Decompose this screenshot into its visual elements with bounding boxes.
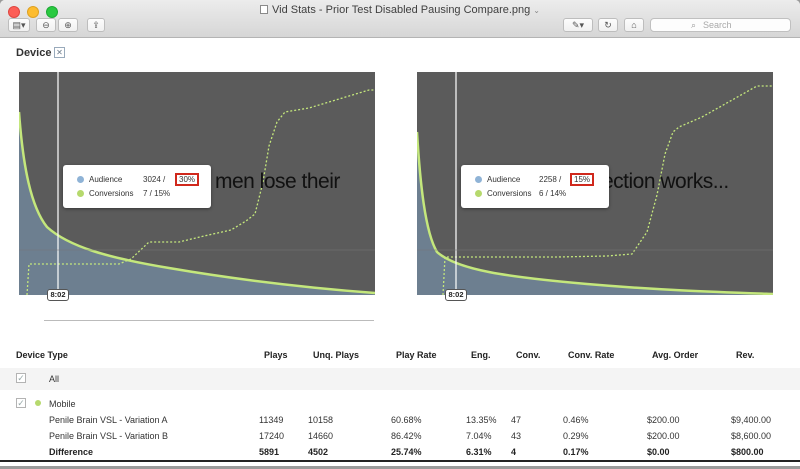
cell-unq-plays: 14660 [308, 431, 334, 441]
preview-window: Vid Stats - Prior Test Disabled Pausing … [0, 0, 800, 466]
cell-plays: 17240 [259, 431, 285, 441]
cell-avg-order: $200.00 [647, 431, 680, 441]
window-title[interactable]: Vid Stats - Prior Test Disabled Pausing … [0, 4, 800, 16]
cell-conv-rate: 0.46% [563, 415, 589, 425]
playhead-time-badge[interactable]: 8:02 [445, 289, 467, 301]
cell-rev: $8,600.00 [731, 431, 772, 441]
cell-conv: 47 [511, 415, 522, 425]
cell-avg-order: $200.00 [647, 415, 680, 425]
zoom-out-button[interactable]: ⊖ [36, 18, 56, 32]
col-conv-rate[interactable]: Conv. Rate [568, 350, 614, 360]
chart-tooltip-b: Audience 2258 / 15% Conversions 6 / 14% [461, 165, 609, 208]
video-caption: ection works... [602, 170, 729, 193]
chart-tooltip-a: Audience 3024 / 30% Conversions 7 / 15% [63, 165, 211, 208]
cell-plays: 5891 [259, 447, 280, 457]
col-avg-order[interactable]: Avg. Order [652, 350, 698, 360]
playhead-time-badge[interactable]: 8:02 [47, 289, 69, 301]
cell-conv-rate: 0.17% [563, 447, 589, 457]
cell-name: Penile Brain VSL - Variation B [49, 431, 169, 441]
cell-eng: 6.31% [466, 447, 492, 457]
rotate-button[interactable]: ↻ [598, 18, 618, 32]
cell-play-rate: 60.68% [391, 415, 422, 425]
chevron-down-icon: ⌄ [533, 6, 540, 15]
cell-name: Penile Brain VSL - Variation A [49, 415, 168, 425]
col-conv[interactable]: Conv. [516, 350, 540, 360]
audience-area [417, 132, 773, 295]
cell-rev: $800.00 [731, 447, 764, 457]
rotate-icon: ↻ [604, 20, 612, 30]
tooltip-audience-row: Audience 3024 / 30% [77, 173, 200, 186]
audience-dot [475, 176, 482, 183]
cell-unq-plays: 10158 [308, 415, 334, 425]
sidebar-icon: ▤▾ [12, 20, 26, 30]
conversions-value: 7 / 15% [143, 189, 171, 198]
cell-name: Difference [49, 447, 94, 457]
audience-percent-highlight: 15% [570, 173, 595, 186]
share-button[interactable]: ⇪ [87, 18, 105, 32]
report-content: Device ✕ men lose their ection works... [0, 38, 800, 466]
table-row[interactable]: Penile Brain VSL - Variation B 17240 146… [0, 431, 800, 445]
title-bar: Vid Stats - Prior Test Disabled Pausing … [0, 0, 800, 38]
zoom-in-button[interactable]: ⊕ [58, 18, 78, 32]
markup-button[interactable]: ✎▾ [563, 18, 593, 32]
cell-conv-rate: 0.29% [563, 431, 589, 441]
cell-eng: 13.35% [466, 415, 497, 425]
col-eng[interactable]: Eng. [471, 350, 491, 360]
col-unq-plays[interactable]: Unq. Plays [313, 350, 359, 360]
horizontal-scrollbar[interactable] [44, 320, 374, 321]
group-label: Mobile [49, 399, 76, 409]
zoom-in-icon: ⊕ [64, 20, 72, 30]
checkbox-mobile[interactable]: ✓ [16, 398, 26, 408]
section-title: Device [16, 47, 52, 59]
cell-play-rate: 86.42% [391, 431, 422, 441]
cell-conv: 43 [511, 431, 522, 441]
markup-icon: ✎▾ [571, 20, 585, 30]
tooltip-audience-row: Audience 2258 / 15% [475, 173, 595, 186]
sidebar-toggle-button[interactable]: ▤▾ [8, 18, 30, 32]
conversions-dot [77, 190, 84, 197]
col-device-type[interactable]: Device Type [16, 350, 68, 360]
cell-avg-order: $0.00 [647, 447, 670, 457]
table-row-difference[interactable]: Difference 5891 4502 25.74% 6.31% 4 0.17… [0, 447, 800, 460]
search-field[interactable]: ⌕ Search [650, 18, 791, 32]
divider [0, 460, 800, 462]
audience-dot [77, 176, 84, 183]
cell-play-rate: 25.74% [391, 447, 422, 457]
cell-rev: $9,400.00 [731, 415, 772, 425]
checkbox-all[interactable]: ✓ [16, 373, 26, 383]
toolbox-icon: ⌂ [631, 20, 637, 30]
series-color-dot [35, 400, 41, 406]
tooltip-conversions-row: Conversions 7 / 15% [77, 189, 170, 199]
close-section-icon[interactable]: ✕ [54, 47, 65, 58]
col-rev[interactable]: Rev. [736, 350, 754, 360]
conversions-dot [475, 190, 482, 197]
tooltip-conversions-row: Conversions 6 / 14% [475, 189, 566, 199]
cell-eng: 7.04% [466, 431, 492, 441]
audience-count: 3024 / [143, 175, 166, 184]
col-plays[interactable]: Plays [264, 350, 288, 360]
row-label: All [49, 374, 60, 384]
document-icon [260, 5, 269, 14]
table-row-all[interactable]: ✓ All [0, 368, 800, 390]
audience-percent-highlight: 30% [175, 173, 200, 186]
video-caption: men lose their [215, 170, 340, 193]
cell-unq-plays: 4502 [308, 447, 329, 457]
conversions-value: 6 / 14% [539, 189, 567, 198]
toolbox-button[interactable]: ⌂ [624, 18, 644, 32]
audience-count: 2258 / [539, 175, 562, 184]
cell-conv: 4 [511, 447, 517, 457]
share-icon: ⇪ [92, 20, 100, 30]
search-icon: ⌕ [691, 20, 697, 30]
cell-plays: 11349 [259, 415, 284, 425]
table-row[interactable]: Penile Brain VSL - Variation A 11349 101… [0, 415, 800, 429]
zoom-out-icon: ⊖ [42, 20, 50, 30]
col-play-rate[interactable]: Play Rate [396, 350, 437, 360]
